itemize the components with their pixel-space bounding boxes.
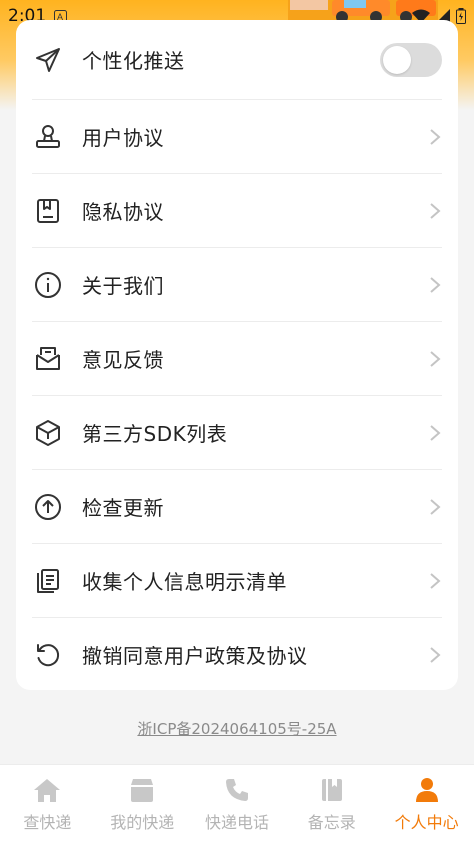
tab-personal-center[interactable]: 个人中心: [379, 765, 474, 845]
chevron-right-icon: [430, 276, 441, 293]
privacy-agreement-row[interactable]: 隐私协议: [32, 174, 442, 247]
chevron-right-icon: [430, 498, 441, 515]
chevron-right-icon: [430, 202, 441, 219]
personal-info-list-row[interactable]: 收集个人信息明示清单: [32, 544, 442, 617]
phone-icon: [225, 779, 248, 801]
revoke-consent-label: 撤销同意用户政策及协议: [82, 644, 308, 668]
user-agreement-row[interactable]: 用户协议: [32, 100, 442, 173]
privacy-agreement-label: 隐私协议: [82, 200, 164, 224]
tab-label: 查快递: [23, 813, 72, 832]
tab-my-express[interactable]: 我的快递: [95, 765, 190, 845]
feedback-row[interactable]: 意见反馈: [32, 322, 442, 395]
chevron-right-icon: [430, 350, 441, 367]
stamp-icon: [32, 121, 64, 153]
book-icon: [321, 779, 342, 801]
tab-query-express[interactable]: 查快递: [0, 765, 95, 845]
revoke-icon: [32, 639, 64, 671]
tab-express-phone[interactable]: 快递电话: [190, 765, 285, 845]
settings-card: 个性化推送 用户协议 隐私协议 关于我们 意见反馈 第三方SDK列表 检查更新 …: [16, 20, 458, 690]
third-party-sdk-row[interactable]: 第三方SDK列表: [32, 396, 442, 469]
check-update-label: 检查更新: [82, 496, 164, 520]
tab-memo[interactable]: 备忘录: [284, 765, 379, 845]
third-party-sdk-label: 第三方SDK列表: [82, 422, 228, 446]
tab-label: 快递电话: [204, 813, 269, 832]
info-icon: [32, 269, 64, 301]
check-update-row[interactable]: 检查更新: [32, 470, 442, 543]
home-icon: [34, 779, 61, 802]
personalized-push-row: 个性化推送: [32, 23, 442, 96]
bottom-tab-bar: 查快递 我的快递 快递电话 备忘录 个人中心: [0, 764, 474, 845]
personalized-push-label: 个性化推送: [82, 49, 185, 73]
revoke-consent-row[interactable]: 撤销同意用户政策及协议: [32, 618, 442, 691]
about-us-row[interactable]: 关于我们: [32, 248, 442, 321]
feedback-label: 意见反馈: [82, 348, 164, 372]
tab-label: 我的快递: [110, 813, 175, 832]
chevron-right-icon: [430, 572, 441, 589]
chevron-right-icon: [430, 646, 441, 663]
tab-label: 备忘录: [307, 813, 356, 832]
personalized-push-toggle[interactable]: [380, 42, 442, 77]
user-agreement-label: 用户协议: [82, 126, 164, 150]
about-us-label: 关于我们: [82, 274, 164, 298]
feedback-mail-icon: [32, 343, 64, 375]
cube-icon: [32, 417, 64, 449]
document-bookmark-icon: [32, 195, 64, 227]
chevron-right-icon: [430, 128, 441, 145]
arrow-up-circle-icon: [32, 491, 64, 523]
chevron-right-icon: [430, 424, 441, 441]
person-icon: [415, 778, 438, 802]
toggle-knob: [383, 45, 411, 74]
tab-label: 个人中心: [394, 813, 459, 832]
package-icon: [131, 779, 154, 802]
personal-info-list-label: 收集个人信息明示清单: [82, 570, 287, 594]
copy-list-icon: [32, 565, 64, 597]
battery-icon: [456, 8, 466, 24]
icp-license-link[interactable]: 浙ICP备2024064105号-25A: [0, 718, 474, 739]
send-icon: [32, 44, 64, 76]
